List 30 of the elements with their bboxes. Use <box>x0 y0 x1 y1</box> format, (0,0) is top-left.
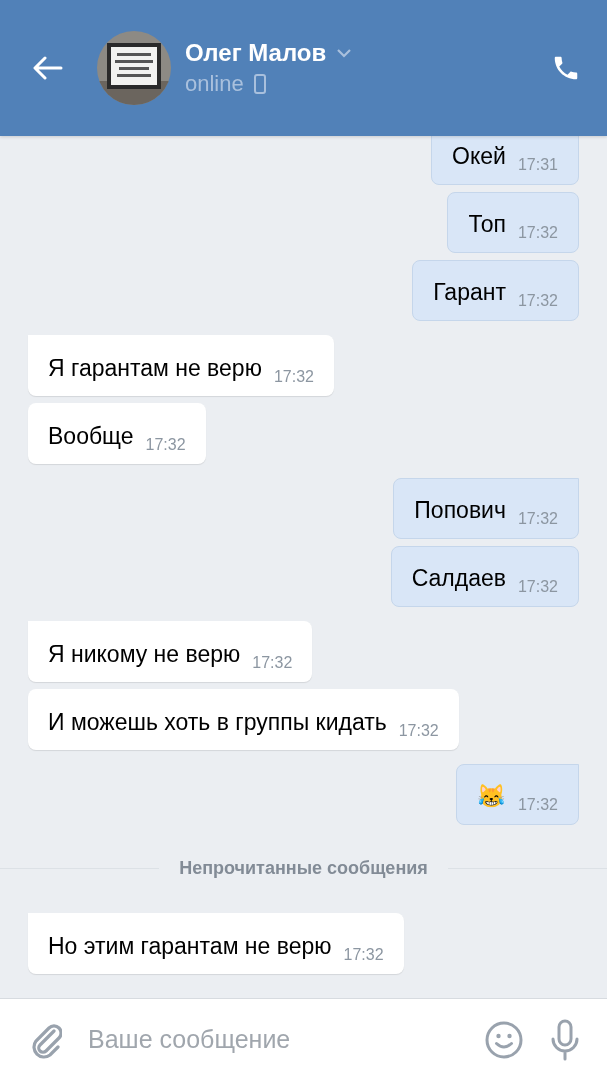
message-text: Топ <box>468 211 506 238</box>
message-time: 17:31 <box>517 156 558 174</box>
message-text: 😹 <box>476 783 506 810</box>
message-time: 17:32 <box>273 368 314 386</box>
message-text: Я гарантам не верю <box>48 355 262 382</box>
message-time: 17:32 <box>517 796 558 814</box>
message-text: Гарант <box>433 279 506 306</box>
chevron-down-icon[interactable] <box>336 48 353 58</box>
message-text: Вообще <box>48 423 134 450</box>
phone-device-icon <box>253 74 266 94</box>
message-time: 17:32 <box>398 722 439 740</box>
message-time: 17:32 <box>517 224 558 242</box>
emoji-smiley-icon[interactable] <box>485 1020 523 1059</box>
message-time: 17:32 <box>517 510 558 528</box>
microphone-icon[interactable] <box>549 1018 581 1061</box>
message-text: Салдаев <box>411 565 506 592</box>
online-status: online <box>185 71 244 97</box>
back-arrow-icon[interactable] <box>33 56 63 80</box>
unread-messages-divider: Непрочитанные сообщения <box>178 858 429 879</box>
message-text: И можешь хоть в группы кидать <box>48 709 387 736</box>
message-time: 17:32 <box>517 292 558 310</box>
message-time: 17:32 <box>145 436 186 454</box>
message-text: Я никому не верю <box>48 641 241 668</box>
message-text: Но этим гарантам не верю <box>48 933 332 960</box>
message-time: 17:32 <box>343 946 384 964</box>
message-text: Попович <box>414 497 506 524</box>
message-time: 17:32 <box>517 578 558 596</box>
message-time: 17:32 <box>252 654 293 672</box>
message-text: Окей <box>452 143 506 170</box>
contact-name[interactable]: Олег Малов <box>185 39 327 67</box>
